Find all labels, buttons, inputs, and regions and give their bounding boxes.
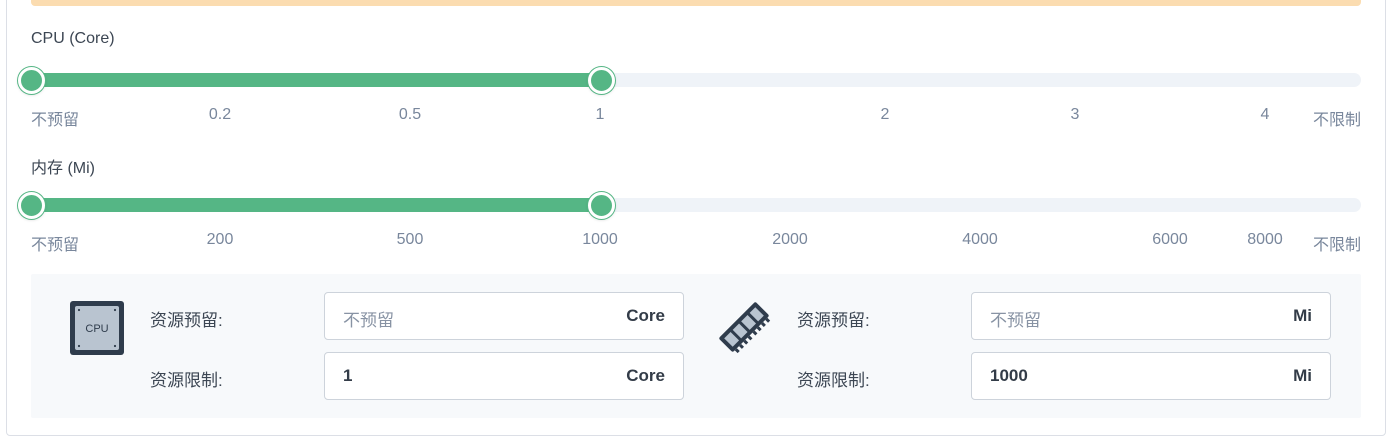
cpu-slider-fill <box>31 73 602 87</box>
memory-reserve-placeholder: 不预留 <box>990 311 1041 330</box>
memory-reserve-unit: Mi <box>1293 306 1312 325</box>
cpu-limit-label: 资源限制: <box>150 371 223 390</box>
cpu-limit-handle[interactable] <box>587 66 615 94</box>
cpu-tick: 0.2 <box>208 106 232 123</box>
cpu-limit-input[interactable]: 1 Core <box>324 352 684 400</box>
memory-tick: 6000 <box>1152 231 1188 248</box>
memory-tick: 200 <box>206 231 234 248</box>
svg-text:CPU: CPU <box>85 323 108 335</box>
cpu-tick: 不预留 <box>31 112 80 129</box>
memory-tick: 500 <box>396 231 424 248</box>
cpu-slider-track[interactable] <box>17 66 1361 94</box>
cpu-limit-value: 1 <box>343 366 353 385</box>
memory-tick: 8000 <box>1247 231 1283 248</box>
cpu-tick: 2 <box>880 106 890 123</box>
cpu-reserve-unit: Core <box>626 306 665 325</box>
memory-tick: 1000 <box>582 231 618 248</box>
memory-limit-label: 资源限制: <box>797 371 870 390</box>
memory-limit-unit: Mi <box>1293 366 1312 385</box>
cpu-tick: 4 <box>1260 106 1270 123</box>
warning-banner-edge <box>31 0 1361 6</box>
memory-tick: 不预留 <box>31 237 80 254</box>
cpu-slider-ticks: 不预留 0.2 0.5 1 2 3 4 不限制 <box>0 106 1393 129</box>
cpu-slider-title: CPU (Core) <box>31 30 115 47</box>
cpu-reserve-handle[interactable] <box>17 66 45 94</box>
cpu-chip-icon: CPU <box>70 301 124 355</box>
memory-reserve-handle[interactable] <box>17 191 45 219</box>
memory-slider-title: 内存 (Mi) <box>31 160 95 177</box>
memory-reserve-label: 资源预留: <box>797 311 870 330</box>
memory-slider-ticks: 不预留 200 500 1000 2000 4000 6000 8000 不限制 <box>0 231 1393 254</box>
cpu-tick: 不限制 <box>1312 112 1361 129</box>
resource-inputs-box: CPU 资源预留: 不预留 Core 资源限制: 1 Core 资源预留: 不预… <box>31 274 1361 418</box>
cpu-reserve-label: 资源预留: <box>150 311 223 330</box>
memory-tick: 4000 <box>962 231 998 248</box>
cpu-reserve-placeholder: 不预留 <box>343 311 394 330</box>
memory-tick: 2000 <box>772 231 808 248</box>
cpu-tick: 1 <box>595 106 605 123</box>
cpu-reserve-input[interactable]: 不预留 Core <box>324 292 684 340</box>
memory-module-icon <box>719 302 771 354</box>
memory-limit-input[interactable]: 1000 Mi <box>971 352 1331 400</box>
cpu-tick: 0.5 <box>398 106 422 123</box>
memory-reserve-input[interactable]: 不预留 Mi <box>971 292 1331 340</box>
memory-slider-track[interactable] <box>17 191 1361 219</box>
memory-slider-fill <box>31 198 602 212</box>
cpu-limit-unit: Core <box>626 366 665 385</box>
cpu-tick: 3 <box>1070 106 1080 123</box>
memory-tick: 不限制 <box>1312 237 1361 254</box>
memory-limit-value: 1000 <box>990 366 1028 385</box>
memory-limit-handle[interactable] <box>587 191 615 219</box>
